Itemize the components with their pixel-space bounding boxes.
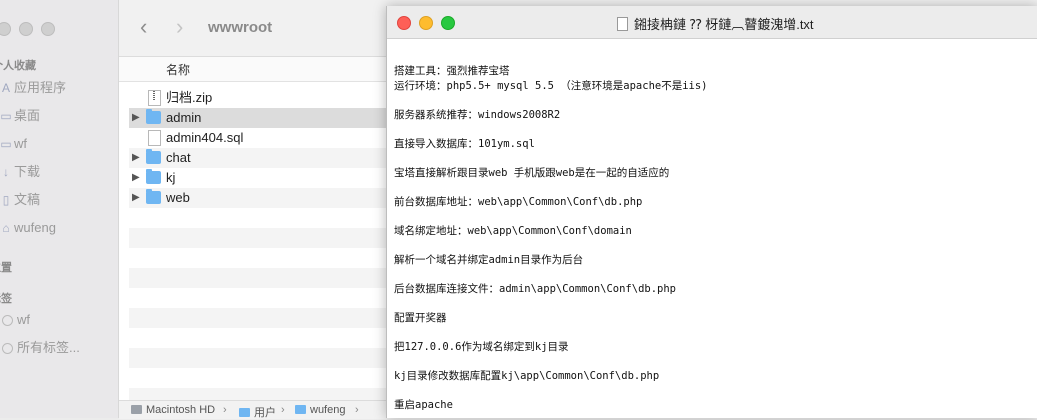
path-separator-icon: ›	[223, 404, 227, 416]
path-separator-icon: ›	[281, 404, 285, 416]
folder-icon	[146, 189, 161, 204]
finder-sidebar: 个人收藏 A应用程序 ▭桌面 ▭wf ↓下载 ▯文稿 ⌂wufeng 位置 标签…	[0, 0, 119, 418]
sidebar-locations-header: 位置	[0, 262, 12, 274]
disclosure-triangle-icon[interactable]: ▶	[132, 168, 140, 188]
downloads-icon: ↓	[3, 165, 9, 179]
name-column-header[interactable]: 名称	[166, 61, 190, 78]
disclosure-triangle-icon[interactable]: ▶	[132, 108, 140, 128]
text-line: 服务器系统推荐：windows2008R2	[394, 108, 561, 121]
back-arrow-icon[interactable]: ‹	[140, 14, 147, 40]
path-separator-icon: ›	[355, 404, 359, 416]
folder-icon	[239, 408, 250, 417]
folder-icon	[146, 149, 161, 164]
sidebar-item-downloads[interactable]: ↓ 下载	[0, 161, 40, 183]
text-line: 后台数据库连接文件：admin\app\Common\Conf\db.php	[394, 282, 677, 295]
disclosure-triangle-icon[interactable]: ▶	[132, 188, 140, 208]
desktop-icon: ▭	[0, 109, 12, 123]
document-title: 鎺掕柟鏈 ⁇ 枒鏈︹瞽鍍溾增.txt	[617, 14, 814, 33]
text-line: 搭建工具：强烈推荐宝塔	[394, 65, 510, 77]
textedit-close-button[interactable]	[397, 16, 411, 30]
textedit-window-controls	[397, 16, 455, 30]
sidebar-item-applications[interactable]: A 应用程序	[0, 77, 66, 99]
text-line: 把127.0.0.6作为域名绑定到kj目录	[394, 340, 569, 353]
text-line: 直接导入数据库：101ym.sql	[394, 137, 535, 150]
path-crumb-macintosh-hd[interactable]: Macintosh HD	[131, 404, 215, 416]
hard-drive-icon	[131, 405, 142, 414]
text-line: 解析一个域名并绑定admin目录作为后台	[394, 253, 584, 266]
text-line: 前台数据库地址：web\app\Common\Conf\db.php	[394, 195, 643, 208]
disclosure-triangle-icon[interactable]: ▶	[132, 148, 140, 168]
textedit-zoom-button[interactable]	[441, 16, 455, 30]
tag-dot-icon	[2, 343, 13, 355]
folder-title: wwwroot	[208, 19, 273, 36]
textedit-titlebar[interactable]: 鎺掕柟鏈 ⁇ 枒鏈︹瞽鍍溾增.txt	[387, 6, 1037, 39]
home-icon: ⌂	[2, 221, 10, 235]
zip-file-icon	[148, 90, 161, 106]
finder-zoom-button[interactable]	[41, 22, 55, 36]
sidebar-favorites-header: 个人收藏	[0, 60, 36, 72]
document-file-icon	[148, 130, 161, 146]
textedit-minimize-button[interactable]	[419, 16, 433, 30]
folder-icon	[146, 169, 161, 184]
text-line: 配置开奖器	[394, 311, 447, 324]
sidebar-tags-header: 标签	[0, 293, 12, 305]
finder-window-controls	[0, 22, 55, 36]
textedit-window: 鎺掕柟鏈 ⁇ 枒鏈︹瞽鍍溾增.txt 搭建工具：强烈推荐宝塔运行环境：php5.…	[386, 6, 1037, 418]
sidebar-tag-all[interactable]: 所有标签...	[0, 337, 80, 359]
path-crumb-wufeng[interactable]: wufeng	[295, 404, 345, 416]
text-line: kj目录修改数据库配置kj\app\Common\Conf\db.php	[394, 369, 660, 382]
documents-icon: ▯	[2, 193, 10, 207]
finder-close-button[interactable]	[0, 22, 11, 36]
sidebar-item-documents[interactable]: ▯ 文稿	[0, 189, 40, 211]
sidebar-item-wf[interactable]: ▭ wf	[0, 133, 27, 155]
folder-icon	[146, 109, 161, 124]
text-document-icon	[617, 17, 628, 31]
text-line: 重启apache	[394, 398, 453, 411]
text-line: 域名绑定地址：web\app\Common\Conf\domain	[394, 224, 632, 237]
sidebar-item-desktop[interactable]: ▭ 桌面	[0, 105, 40, 127]
sidebar-tag-wf[interactable]: wf	[0, 309, 30, 331]
folder-icon: ▭	[0, 137, 12, 151]
forward-arrow-icon[interactable]: ›	[176, 14, 183, 40]
home-icon	[295, 405, 306, 414]
applications-icon: A	[1, 81, 10, 95]
tag-dot-icon	[2, 315, 13, 327]
sidebar-item-home[interactable]: ⌂ wufeng	[0, 217, 56, 239]
text-line: 运行环境：php5.5+ mysql 5.5 （注意环境是apache不是iis…	[394, 79, 708, 92]
finder-minimize-button[interactable]	[19, 22, 33, 36]
text-content-area[interactable]: 搭建工具：强烈推荐宝塔运行环境：php5.5+ mysql 5.5 （注意环境是…	[394, 64, 1024, 412]
text-line: 宝塔直接解析跟目录web 手机版跟web是在一起的自适应的	[394, 166, 670, 179]
